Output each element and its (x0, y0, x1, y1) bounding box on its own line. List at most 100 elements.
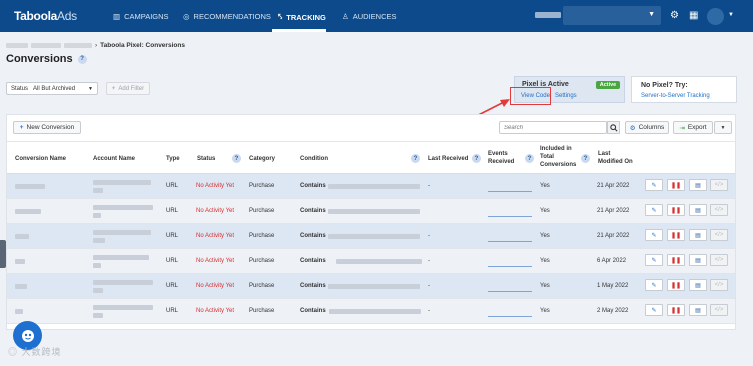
gear-icon: ⚙ (629, 124, 636, 132)
settings-link[interactable]: Settings (555, 93, 577, 99)
header-events-received[interactable]: Events Received (488, 150, 514, 166)
edit-icon[interactable]: ✎ (645, 304, 663, 316)
code-icon[interactable]: </> (710, 179, 728, 191)
duplicate-icon[interactable]: ▤ (689, 304, 707, 316)
duplicate-icon[interactable]: ▤ (689, 204, 707, 216)
help-icon[interactable]: ? (77, 54, 87, 64)
help-icon[interactable]: ? (472, 154, 481, 163)
breadcrumb-blurred-segment[interactable] (31, 43, 61, 48)
edit-icon[interactable]: ✎ (645, 254, 663, 266)
header-last-modified[interactable]: Last Modified On (598, 150, 633, 166)
help-icon[interactable]: ? (411, 154, 420, 163)
gear-icon[interactable]: ⚙ (670, 10, 679, 21)
taboola-ads-logo[interactable]: TaboolaAds (14, 9, 77, 23)
header-status[interactable]: Status (197, 155, 215, 163)
edit-icon[interactable]: ✎ (645, 179, 663, 191)
account-name-blurred (93, 255, 149, 260)
last-received-cell: - (428, 283, 430, 289)
duplicate-icon[interactable]: ▤ (689, 279, 707, 291)
breadcrumb-blurred-segment[interactable] (64, 43, 92, 48)
server-to-server-link[interactable]: Server-to-Server Tracking (641, 93, 710, 99)
events-received-bar (488, 316, 532, 317)
conversions-table-card: + New Conversion ⚙ Columns ⇥ Export ▼ Co… (6, 114, 736, 330)
pause-icon[interactable]: ❚❚ (667, 279, 685, 291)
condition-cell: Contains (300, 308, 326, 314)
account-name-blurred (93, 180, 151, 185)
modified-cell: 21 Apr 2022 (597, 208, 630, 214)
header-account-name[interactable]: Account Name (93, 155, 135, 163)
status-filter-select[interactable]: Status All But Archived ▼ (6, 82, 98, 95)
active-tab-indicator (272, 29, 326, 32)
header-conversion-name[interactable]: Conversion Name (15, 155, 66, 163)
avatar[interactable] (707, 8, 724, 25)
recommendations-icon: ◎ (183, 12, 190, 21)
columns-button[interactable]: ⚙ Columns (625, 121, 669, 134)
nav-tracking[interactable]: ⤣ TRACKING (278, 12, 326, 22)
table-row[interactable]: URL No Activity Yet Purchase Contains - … (7, 174, 735, 199)
nav-audiences[interactable]: ♙ AUDIENCES (342, 12, 397, 21)
export-button[interactable]: ⇥ Export (673, 121, 713, 134)
pause-icon[interactable]: ❚❚ (667, 229, 685, 241)
account-name-blurred (93, 288, 103, 293)
side-feedback-tab[interactable] (0, 240, 6, 268)
nav-recommendations[interactable]: ◎ RECOMMENDATIONS (183, 12, 271, 21)
chevron-down-icon[interactable]: ▼ (728, 12, 734, 18)
header-condition[interactable]: Condition (300, 155, 328, 163)
account-name-blurred (93, 188, 103, 193)
search-input[interactable] (500, 122, 606, 133)
edit-icon[interactable]: ✎ (645, 204, 663, 216)
status-badge: Active (596, 81, 620, 89)
help-icon[interactable]: ? (525, 154, 534, 163)
breadcrumb-blurred-segment[interactable] (6, 43, 28, 48)
pause-icon[interactable]: ❚❚ (667, 179, 685, 191)
highlight-annotation-box (510, 87, 551, 105)
help-icon[interactable]: ? (581, 154, 590, 163)
conversion-name-blurred (15, 309, 23, 314)
add-filter-button[interactable]: + Add Filter (106, 82, 150, 95)
header-included-in-total[interactable]: Included in Total Conversions (540, 145, 576, 169)
pause-icon[interactable]: ❚❚ (667, 204, 685, 216)
new-conversion-button[interactable]: + New Conversion (13, 121, 81, 134)
duplicate-icon[interactable]: ▤ (689, 254, 707, 266)
header-category[interactable]: Category (249, 155, 275, 163)
events-received-bar (488, 266, 532, 267)
breadcrumb-current: Taboola Pixel: Conversions (100, 42, 185, 49)
edit-icon[interactable]: ✎ (645, 229, 663, 241)
export-dropdown-button[interactable]: ▼ (714, 121, 732, 134)
condition-value-blurred (329, 309, 421, 314)
edit-icon[interactable]: ✎ (645, 279, 663, 291)
conversion-name-blurred (15, 234, 29, 239)
status-cell: No Activity Yet (196, 233, 235, 239)
duplicate-icon[interactable]: ▤ (689, 179, 707, 191)
pause-icon[interactable]: ❚❚ (667, 254, 685, 266)
table-row[interactable]: URL No Activity Yet Purchase Contains - … (7, 249, 735, 274)
table-row[interactable]: URL No Activity Yet Purchase Contains - … (7, 299, 735, 324)
account-selector[interactable]: ▼ (563, 6, 661, 25)
code-icon[interactable]: </> (710, 229, 728, 241)
chevron-down-icon: ▼ (648, 11, 655, 18)
header-type[interactable]: Type (166, 155, 180, 163)
help-icon[interactable]: ? (232, 154, 241, 163)
modified-cell: 21 Apr 2022 (597, 233, 630, 239)
included-cell: Yes (540, 208, 550, 214)
apps-grid-icon[interactable]: ▦ (689, 10, 698, 21)
code-icon[interactable]: </> (710, 254, 728, 266)
code-icon[interactable]: </> (710, 304, 728, 316)
modified-cell: 1 May 2022 (597, 283, 629, 289)
modified-cell: 21 Apr 2022 (597, 183, 630, 189)
conversion-name-blurred (15, 259, 25, 264)
code-icon[interactable]: </> (710, 279, 728, 291)
table-row[interactable]: URL No Activity Yet Purchase Contains - … (7, 224, 735, 249)
duplicate-icon[interactable]: ▤ (689, 229, 707, 241)
search-icon[interactable] (607, 121, 620, 134)
nav-campaigns[interactable]: ▥ CAMPAIGNS (113, 12, 169, 21)
type-cell: URL (166, 183, 179, 189)
condition-cell: Contains (300, 283, 326, 289)
code-icon[interactable]: </> (710, 204, 728, 216)
table-row[interactable]: URL No Activity Yet Purchase Contains Ye… (7, 199, 735, 224)
condition-value-blurred (328, 234, 420, 239)
header-last-received[interactable]: Last Received (428, 155, 468, 163)
pause-icon[interactable]: ❚❚ (667, 304, 685, 316)
table-row[interactable]: URL No Activity Yet Purchase Contains - … (7, 274, 735, 299)
chevron-down-icon: ▼ (720, 124, 726, 131)
